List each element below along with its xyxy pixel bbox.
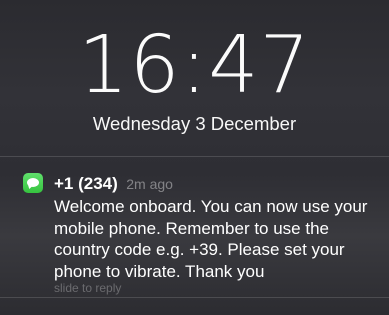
notification-sender: +1 (234) (54, 174, 118, 193)
messages-icon (23, 173, 43, 193)
lock-screen-clock: 16:47 (78, 19, 311, 111)
notification-divider-bottom (0, 297, 389, 298)
message-notification[interactable]: +1 (234) 2m ago Welcome onboard. You can… (0, 157, 389, 297)
notification-message: Welcome onboard. You can now use your mo… (54, 197, 368, 281)
notification-header: +1 (234) 2m ago (54, 173, 173, 196)
slide-to-reply-hint[interactable]: slide to reply (54, 281, 121, 295)
lock-screen-date: Wednesday 3 December (92, 113, 297, 134)
notification-time: 2m ago (126, 176, 173, 192)
